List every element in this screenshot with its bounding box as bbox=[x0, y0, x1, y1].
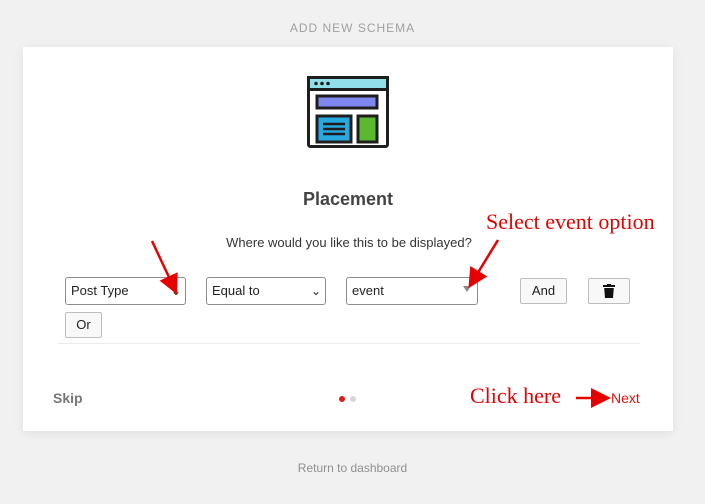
step-question: Where would you like this to be displaye… bbox=[226, 235, 472, 250]
next-link[interactable]: Next bbox=[611, 390, 640, 406]
value-select[interactable]: event bbox=[346, 277, 478, 305]
field-select[interactable]: Post Type ⌄ bbox=[65, 277, 186, 305]
skip-link[interactable]: Skip bbox=[53, 390, 83, 406]
chevron-down-icon: ⌄ bbox=[170, 284, 181, 298]
and-button[interactable]: And bbox=[520, 278, 567, 304]
pagination-dot-active[interactable] bbox=[339, 396, 345, 402]
wizard-card: Placement Where would you like this to b… bbox=[23, 47, 673, 431]
or-button[interactable]: Or bbox=[65, 312, 102, 338]
rule-divider bbox=[58, 343, 640, 344]
operator-select[interactable]: Equal to ⌄ bbox=[206, 277, 326, 305]
step-heading: Placement bbox=[302, 189, 394, 209]
operator-select-value: Equal to bbox=[212, 283, 260, 298]
dropdown-arrow-icon bbox=[463, 286, 471, 292]
pagination-dot[interactable] bbox=[350, 396, 356, 402]
page-header-title: ADD NEW SCHEMA bbox=[289, 21, 416, 35]
click-here-annotation: Click here bbox=[470, 383, 562, 408]
field-select-value: Post Type bbox=[71, 283, 129, 298]
select-event-annotation: Select event option bbox=[486, 209, 655, 234]
delete-rule-button[interactable] bbox=[588, 278, 630, 304]
chevron-down-icon: ⌄ bbox=[310, 284, 321, 298]
website-layout-icon bbox=[307, 76, 389, 148]
trash-icon bbox=[603, 284, 615, 298]
return-to-dashboard-link[interactable]: Return to dashboard bbox=[0, 461, 705, 475]
value-select-value: event bbox=[352, 283, 384, 298]
